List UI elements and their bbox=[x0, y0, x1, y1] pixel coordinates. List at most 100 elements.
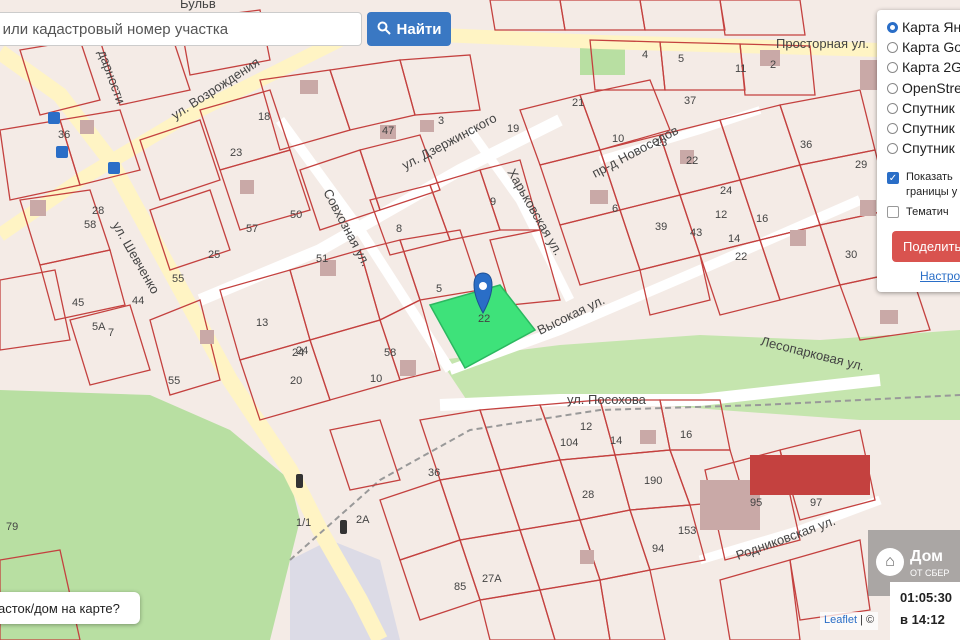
svg-text:36: 36 bbox=[428, 467, 440, 479]
svg-text:58: 58 bbox=[384, 347, 396, 359]
radio-button[interactable] bbox=[887, 142, 898, 154]
radio-button[interactable] bbox=[887, 61, 898, 73]
svg-text:14: 14 bbox=[610, 435, 622, 447]
radio-button[interactable] bbox=[887, 41, 898, 53]
svg-text:29: 29 bbox=[855, 159, 867, 171]
svg-text:10: 10 bbox=[612, 133, 624, 145]
timer-widget: 01:05:30 в 14:12 bbox=[890, 582, 960, 640]
svg-text:57: 57 bbox=[246, 223, 258, 235]
svg-text:28: 28 bbox=[582, 489, 594, 501]
share-button[interactable]: Поделить bbox=[892, 231, 960, 262]
layer-option[interactable]: Спутник bbox=[887, 98, 955, 118]
radio-button[interactable] bbox=[887, 82, 898, 94]
svg-text:44: 44 bbox=[132, 295, 144, 307]
svg-text:43: 43 bbox=[690, 227, 702, 239]
svg-text:23: 23 bbox=[230, 147, 242, 159]
search-icon bbox=[377, 21, 391, 38]
svg-text:25: 25 bbox=[208, 249, 220, 261]
svg-text:37: 37 bbox=[684, 95, 696, 107]
search-placeholder: с или кадастровый номер участка bbox=[0, 21, 229, 38]
timer-at: в 14:12 bbox=[900, 612, 945, 627]
layer-option[interactable]: Карта 2G bbox=[887, 57, 960, 77]
map-attribution: Leaflet | © bbox=[820, 612, 879, 630]
svg-text:1/1: 1/1 bbox=[296, 517, 311, 529]
svg-text:12: 12 bbox=[715, 209, 727, 221]
logo-name: Дом bbox=[910, 548, 943, 565]
show-boundaries-option[interactable]: ✓ Показать границы у bbox=[887, 170, 957, 200]
svg-text:97: 97 bbox=[810, 497, 822, 509]
svg-text:104: 104 bbox=[560, 437, 578, 449]
leaflet-link[interactable]: Leaflet bbox=[824, 614, 857, 626]
svg-text:6: 6 bbox=[612, 203, 618, 215]
svg-text:8: 8 bbox=[396, 223, 402, 235]
svg-text:20: 20 bbox=[290, 375, 302, 387]
layer-option[interactable]: OpenStre bbox=[887, 78, 960, 98]
svg-text:22: 22 bbox=[735, 251, 747, 263]
svg-text:50: 50 bbox=[290, 209, 302, 221]
svg-text:45: 45 bbox=[72, 297, 84, 309]
svg-text:7: 7 bbox=[108, 327, 114, 339]
svg-text:16: 16 bbox=[756, 213, 768, 225]
svg-text:19: 19 bbox=[507, 123, 519, 135]
house-icon: ⌂ bbox=[876, 548, 904, 576]
svg-text:95: 95 bbox=[750, 497, 762, 509]
svg-text:24: 24 bbox=[296, 345, 308, 357]
svg-text:4: 4 bbox=[642, 49, 648, 61]
svg-text:5: 5 bbox=[678, 53, 684, 65]
find-button[interactable]: Найти bbox=[367, 12, 451, 46]
svg-text:11: 11 bbox=[735, 63, 746, 75]
selected-parcel-label: 22 bbox=[478, 313, 490, 325]
layers-panel: Карта Ян Карта Go Карта 2G OpenStre Спут… bbox=[877, 10, 960, 292]
svg-text:85: 85 bbox=[454, 581, 466, 593]
find-button-label: Найти bbox=[396, 20, 442, 38]
svg-text:2: 2 bbox=[770, 59, 776, 71]
timer-time: 01:05:30 bbox=[900, 590, 953, 605]
svg-text:21: 21 bbox=[572, 97, 584, 109]
svg-text:94: 94 bbox=[652, 543, 664, 555]
svg-text:28: 28 bbox=[92, 205, 104, 217]
radio-button[interactable] bbox=[887, 102, 898, 114]
layer-option[interactable]: Спутник bbox=[887, 118, 955, 138]
help-bubble[interactable]: асток/дом на карте? bbox=[0, 592, 140, 624]
radio-button[interactable] bbox=[887, 21, 898, 33]
svg-text:22: 22 bbox=[686, 155, 698, 167]
svg-text:16: 16 bbox=[680, 429, 692, 441]
svg-text:47: 47 bbox=[382, 125, 394, 137]
svg-text:30: 30 bbox=[845, 249, 857, 261]
svg-text:5: 5 bbox=[436, 283, 442, 295]
logo-subtitle: ОТ СБЕР bbox=[910, 568, 950, 578]
street-label: ул. Посохова bbox=[567, 392, 647, 407]
settings-link[interactable]: Настро bbox=[920, 269, 960, 283]
svg-text:14: 14 bbox=[728, 233, 740, 245]
svg-text:9: 9 bbox=[490, 196, 496, 208]
svg-text:39: 39 bbox=[655, 221, 667, 233]
checkbox[interactable] bbox=[887, 206, 899, 218]
svg-text:190: 190 bbox=[644, 475, 662, 487]
svg-text:27A: 27A bbox=[482, 573, 502, 585]
svg-text:18: 18 bbox=[258, 111, 270, 123]
street-label: Просторная ул. bbox=[776, 36, 869, 51]
radio-button[interactable] bbox=[887, 122, 898, 134]
svg-text:153: 153 bbox=[678, 525, 696, 537]
svg-text:13: 13 bbox=[655, 137, 667, 149]
svg-text:51: 51 bbox=[316, 253, 328, 265]
search-input[interactable]: с или кадастровый номер участка bbox=[0, 12, 362, 46]
layer-option[interactable]: Спутник bbox=[887, 138, 955, 158]
svg-text:36: 36 bbox=[800, 139, 812, 151]
svg-text:58: 58 bbox=[84, 219, 96, 231]
svg-text:79: 79 bbox=[6, 521, 18, 533]
street-label: Бульв bbox=[180, 0, 216, 11]
svg-text:2A: 2A bbox=[356, 514, 370, 526]
layer-option[interactable]: Карта Ян bbox=[887, 17, 960, 37]
svg-text:24: 24 bbox=[720, 185, 732, 197]
cadastral-map[interactable]: 22 Просторная ул. ул. Возрождения ул. Дз… bbox=[0, 0, 960, 640]
checkbox[interactable]: ✓ bbox=[887, 172, 899, 184]
svg-text:12: 12 bbox=[580, 421, 592, 433]
layer-option[interactable]: Карта Go bbox=[887, 37, 960, 57]
svg-text:13: 13 bbox=[256, 317, 268, 329]
svg-text:5A: 5A bbox=[92, 321, 106, 333]
svg-text:55: 55 bbox=[168, 375, 180, 387]
thematic-option[interactable]: Тематич bbox=[887, 202, 949, 222]
svg-text:55: 55 bbox=[172, 273, 184, 285]
svg-text:3: 3 bbox=[438, 115, 444, 127]
